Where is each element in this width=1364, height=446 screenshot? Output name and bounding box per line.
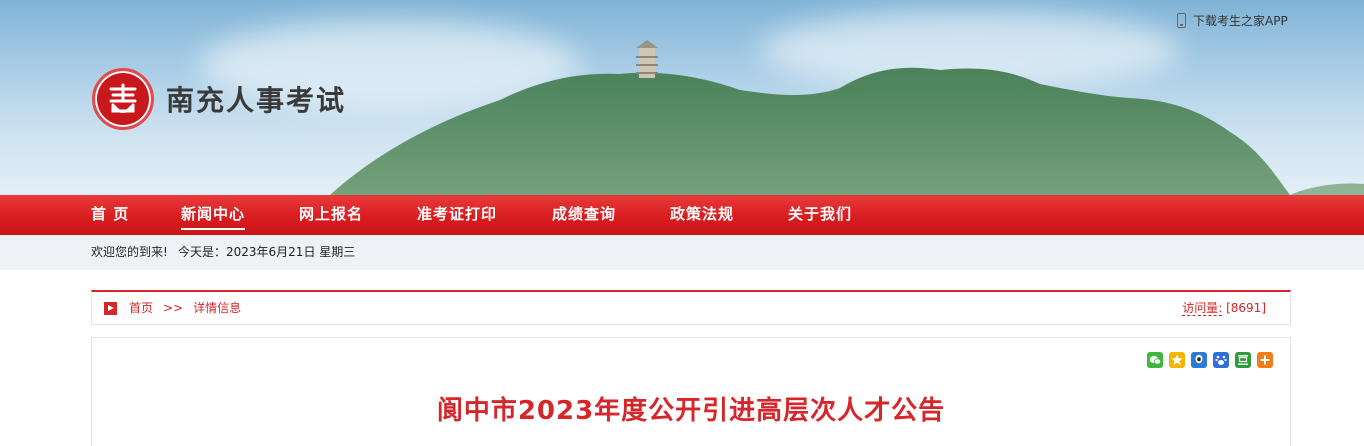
more-icon[interactable] <box>1257 352 1273 368</box>
breadcrumb-current: 详情信息 <box>193 301 242 315</box>
wechat-icon[interactable] <box>1147 352 1163 368</box>
current-date: 今天是：2023年6月21日 星期三 <box>178 245 356 259</box>
article-panel: 阆中市2023年度公开引进高层次人才公告 <box>91 337 1291 446</box>
download-app-link[interactable]: 下载考生之家APP <box>1177 11 1288 29</box>
nav-item-about-us[interactable]: 关于我们 <box>788 195 852 235</box>
main-nav: 首 页 新闻中心 网上报名 准考证打印 成绩查询 政策法规 关于我们 <box>0 195 1364 235</box>
header-banner: 下载考生之家APP 南充人事考试 <box>0 0 1364 195</box>
qzone-icon[interactable] <box>1169 352 1185 368</box>
nav-item-admission-ticket[interactable]: 准考证打印 <box>417 195 497 235</box>
nav-item-news-center[interactable]: 新闻中心 <box>181 195 246 235</box>
breadcrumb: 首页 >> 详情信息 <box>129 292 241 325</box>
breadcrumb-separator: >> <box>163 301 184 315</box>
share-toolbar <box>1147 352 1273 368</box>
welcome-text: 欢迎您的到来! <box>91 245 168 259</box>
nav-item-score-query[interactable]: 成绩查询 <box>552 195 616 235</box>
phone-icon <box>1177 12 1186 28</box>
nav-item-home[interactable]: 首 页 <box>91 195 129 235</box>
article-title: 阆中市2023年度公开引进高层次人才公告 <box>436 396 946 426</box>
site-logo[interactable]: 南充人事考试 <box>92 68 346 130</box>
visit-counter-label: 访问量: <box>1182 301 1223 316</box>
play-arrow-icon <box>104 302 117 315</box>
visit-counter: 访问量: [8691] <box>1182 292 1266 325</box>
douban-icon[interactable] <box>1235 352 1251 368</box>
welcome-bar: 欢迎您的到来! 今天是：2023年6月21日 星期三 <box>0 235 1364 270</box>
nav-item-policy[interactable]: 政策法规 <box>670 195 734 235</box>
breadcrumb-home-link[interactable]: 首页 <box>129 301 153 315</box>
download-app-label: 下载考生之家APP <box>1193 13 1288 28</box>
baidu-icon[interactable] <box>1213 352 1229 368</box>
breadcrumb-bar: 首页 >> 详情信息 访问量: [8691] <box>91 290 1291 325</box>
qq-icon[interactable] <box>1191 352 1207 368</box>
site-title: 南充人事考试 <box>166 84 347 117</box>
visit-counter-value: [8691] <box>1226 301 1266 315</box>
seal-logo-icon <box>92 68 154 130</box>
nav-item-online-registration[interactable]: 网上报名 <box>299 195 363 235</box>
